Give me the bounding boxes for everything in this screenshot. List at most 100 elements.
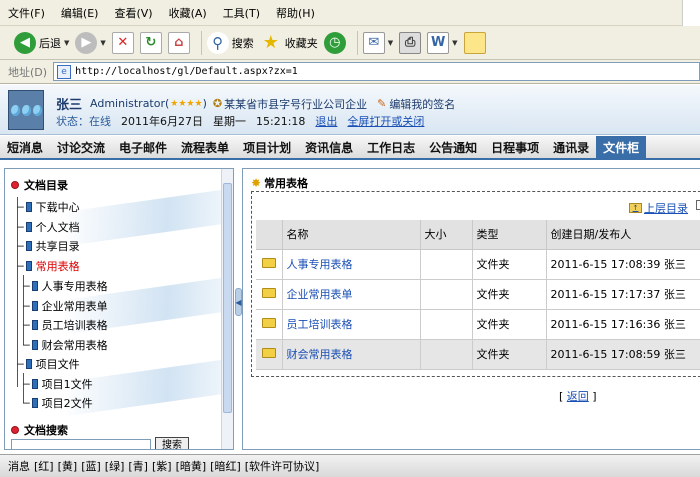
avatar xyxy=(8,90,44,130)
edit-page-icon: W xyxy=(427,31,450,54)
main-nav: 短消息 讨论交流 电子邮件 流程表单 项目计划 资讯信息 工作日志 公告通知 日… xyxy=(0,136,700,160)
header-name[interactable]: 名称 xyxy=(282,220,421,250)
book-icon xyxy=(25,202,32,212)
folder-link[interactable]: 人事专用表格 xyxy=(287,258,353,271)
tree-item-project-files[interactable]: ─ 项目文件 xyxy=(17,356,80,372)
menu-favorites[interactable]: 收藏(A) xyxy=(169,5,207,21)
folder-icon xyxy=(262,257,276,268)
nav-project-plan[interactable]: 项目计划 xyxy=(236,136,298,158)
edit-signature-icon: ✎ xyxy=(377,97,387,110)
tree-item-project1-files[interactable]: ─ 项目1文件 xyxy=(23,376,93,392)
folder-link[interactable]: 员工培训表格 xyxy=(287,318,353,331)
user-role-close: ) xyxy=(202,97,207,110)
footer-color-purple[interactable]: [紫] xyxy=(152,458,172,474)
nav-messages[interactable]: 短消息 xyxy=(0,136,50,158)
parent-dir-link[interactable]: ↑ 上层目录 xyxy=(629,200,688,216)
tree-item-common-forms[interactable]: ─ 常用表格 xyxy=(17,258,80,274)
table-row[interactable]: 企业常用表单 文件夹 2011-6-15 17:17:37 张三 xyxy=(256,279,700,310)
footer-color-dark-red[interactable]: [暗红] xyxy=(210,458,241,474)
table-row[interactable]: 人事专用表格 文件夹 2011-6-15 17:08:39 张三 xyxy=(256,249,700,280)
history-button[interactable]: ◷ xyxy=(323,31,346,54)
nav-news[interactable]: 资讯信息 xyxy=(298,136,360,158)
tree-item-hr-forms[interactable]: ─ 人事专用表格 xyxy=(23,278,108,294)
menu-help[interactable]: 帮助(H) xyxy=(276,5,315,21)
folder-icon xyxy=(262,347,276,358)
nav-workflow[interactable]: 流程表单 xyxy=(174,136,236,158)
gear-icon: ✸ xyxy=(251,176,262,190)
menu-file[interactable]: 文件(F) xyxy=(8,5,45,21)
address-input[interactable]: e http://localhost/gl/Default.aspx?zx=1 xyxy=(53,62,700,81)
stop-button[interactable]: ✕ xyxy=(111,31,134,54)
file-created: 2011-6-15 17:08:39 张三 xyxy=(546,249,700,280)
menu-bar: 文件(F) 编辑(E) 查看(V) 收藏(A) 工具(T) 帮助(H) xyxy=(0,0,700,26)
notes-button[interactable] xyxy=(463,31,486,54)
rank-stars: ★★★★ xyxy=(170,98,203,109)
footer-bar: 消息 [红] [黄] [蓝] [绿] [青] [紫] [暗黄] [暗红] [软件… xyxy=(0,454,700,477)
nav-contacts[interactable]: 通讯录 xyxy=(546,136,596,158)
book-icon xyxy=(31,301,38,311)
tree-item-shared-dir[interactable]: ─ 共享目录 xyxy=(17,238,80,254)
search-button[interactable]: ⚲ 搜索 xyxy=(206,31,254,54)
document-tree-panel: 文档目录 ─ 下载中心 ─ 个人文档 ─ 共享目录 ─ 常用表格 ─ 人事专用表… xyxy=(4,168,234,450)
nav-schedule[interactable]: 日程事项 xyxy=(484,136,546,158)
forward-button[interactable]: ▶ ▼ xyxy=(75,31,106,54)
edit-signature-link[interactable]: 编辑我的签名 xyxy=(389,96,455,112)
header-created[interactable]: 创建日期/发布人 xyxy=(546,220,700,250)
footer-color-cyan[interactable]: [青] xyxy=(128,458,148,474)
nav-work-log[interactable]: 工作日志 xyxy=(360,136,422,158)
egg-icon xyxy=(21,104,31,116)
sidebar-scroll-thumb[interactable] xyxy=(223,183,232,413)
sidebar-collapse-handle[interactable]: ◀ xyxy=(235,288,242,316)
footer-color-green[interactable]: [绿] xyxy=(105,458,125,474)
tree-item-download-center[interactable]: ─ 下载中心 xyxy=(17,199,80,215)
document-search-input[interactable] xyxy=(11,439,151,449)
chevron-down-icon: ▼ xyxy=(64,38,70,47)
tree-item-training-forms[interactable]: ─ 员工培训表格 xyxy=(23,317,108,333)
menu-view[interactable]: 查看(V) xyxy=(114,5,152,21)
nav-discussion[interactable]: 讨论交流 xyxy=(50,136,112,158)
logout-link[interactable]: 退出 xyxy=(315,113,337,129)
nav-email[interactable]: 电子邮件 xyxy=(112,136,174,158)
document-search-button[interactable]: 搜索 xyxy=(155,437,189,449)
folder-link[interactable]: 企业常用表单 xyxy=(287,288,353,301)
footer-color-dark-yellow[interactable]: [暗黄] xyxy=(176,458,207,474)
print-button[interactable]: ⎙ xyxy=(399,31,422,54)
footer-color-blue[interactable]: [蓝] xyxy=(81,458,101,474)
header-size[interactable]: 大小 xyxy=(420,220,473,250)
edit-button[interactable]: W ▼ xyxy=(427,31,458,54)
back-button[interactable]: ◀ 后退 ▼ xyxy=(14,31,70,54)
back-nav: [ 返回 ] xyxy=(559,388,597,404)
mail-button[interactable]: ✉ ▼ xyxy=(362,31,393,54)
table-row[interactable]: 财会常用表格 文件夹 2011-6-15 17:08:59 张三 xyxy=(256,339,700,370)
folder-title-text: 常用表格 xyxy=(264,177,309,190)
back-link[interactable]: 返回 xyxy=(567,390,589,403)
header-type[interactable]: 类型 xyxy=(472,220,547,250)
back-bracket-close: ] xyxy=(592,390,597,403)
tree-item-personal-docs[interactable]: ─ 个人文档 xyxy=(17,219,80,235)
select-all-checkbox[interactable] xyxy=(696,200,700,210)
folder-link[interactable]: 财会常用表格 xyxy=(287,348,353,361)
footer-color-red[interactable]: [红] xyxy=(34,458,54,474)
footer-color-yellow[interactable]: [黄] xyxy=(58,458,78,474)
star-icon: ★ xyxy=(262,32,279,53)
tree-item-project2-files[interactable]: ─ 项目2文件 xyxy=(23,395,93,411)
refresh-icon: ↻ xyxy=(139,31,162,54)
file-created: 2011-6-15 17:17:37 张三 xyxy=(546,279,700,310)
tree-item-finance-forms[interactable]: ─ 财会常用表格 xyxy=(23,337,108,353)
favorites-button[interactable]: ★ 收藏夹 xyxy=(260,32,318,54)
menu-tools[interactable]: 工具(T) xyxy=(223,5,260,21)
refresh-button[interactable]: ↻ xyxy=(139,31,162,54)
status-value[interactable]: 在线 xyxy=(89,113,111,129)
footer-license-link[interactable]: [软件许可协议] xyxy=(245,458,320,474)
nav-file-cabinet[interactable]: 文件柜 xyxy=(596,136,647,158)
file-table: 名称 大小 类型 创建日期/发布人 人事专用表格 文件夹 2011-6-15 1… xyxy=(256,220,700,370)
table-row[interactable]: 员工培训表格 文件夹 2011-6-15 17:16:36 张三 xyxy=(256,309,700,340)
nav-announcements[interactable]: 公告通知 xyxy=(422,136,484,158)
header-icon-col xyxy=(256,220,283,250)
menu-edit[interactable]: 编辑(E) xyxy=(61,5,99,21)
fullscreen-toggle-link[interactable]: 全屏打开或关闭 xyxy=(347,113,424,129)
home-button[interactable]: ⌂ xyxy=(167,31,190,54)
tree-item-enterprise-forms[interactable]: ─ 企业常用表单 xyxy=(23,298,108,314)
sidebar-scrollbar[interactable] xyxy=(221,169,233,449)
footer-messages[interactable]: 消息 xyxy=(8,458,30,474)
